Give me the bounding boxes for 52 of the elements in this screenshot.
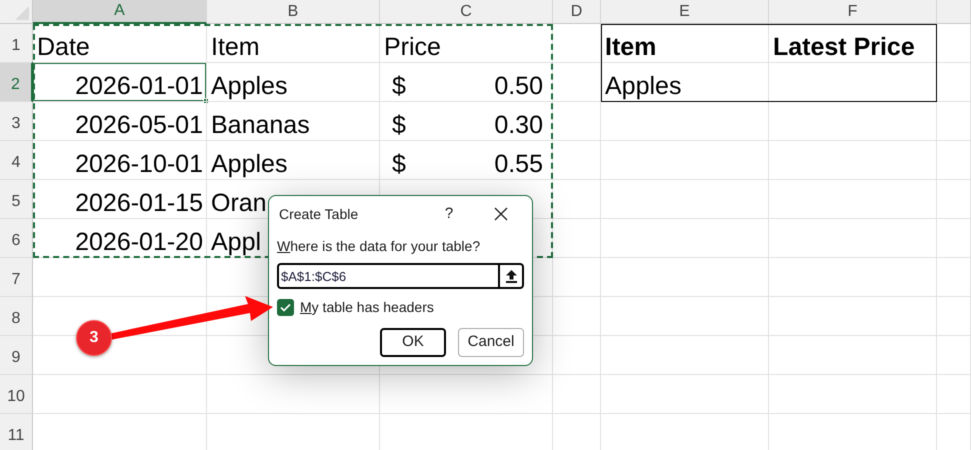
row-header[interactable]: 9 bbox=[0, 336, 33, 375]
row-header[interactable]: 8 bbox=[0, 297, 33, 336]
table-cell: Apples bbox=[211, 74, 288, 99]
table-cell: Bananas bbox=[211, 113, 310, 138]
currency-symbol: $ bbox=[392, 74, 406, 99]
table-cell: Appl bbox=[211, 230, 262, 255]
row-header[interactable]: 6 bbox=[0, 219, 33, 258]
table-cell: Oran bbox=[211, 191, 267, 216]
row-header[interactable]: 7 bbox=[0, 258, 33, 297]
table-cell: Price bbox=[384, 35, 441, 60]
upload-arrow-icon bbox=[506, 270, 516, 282]
checkbox-label: My table has headers bbox=[300, 298, 434, 317]
headers-checkbox[interactable] bbox=[277, 299, 294, 316]
table-cell: Apples bbox=[605, 74, 682, 99]
table-cell: Item bbox=[605, 35, 656, 60]
table-cell: 0.30 bbox=[494, 113, 543, 138]
close-icon bbox=[494, 207, 508, 221]
row-header[interactable]: 11 bbox=[0, 414, 33, 450]
row-header[interactable]: 3 bbox=[0, 102, 33, 141]
table-cell: 2026-05-01 bbox=[75, 113, 203, 138]
collapse-dialog-button[interactable] bbox=[498, 263, 524, 289]
table-cell: 0.55 bbox=[494, 152, 543, 177]
row-header[interactable]: 1 bbox=[0, 24, 33, 63]
prompt-label: Where is the data for your table? bbox=[277, 237, 482, 256]
table-cell: 2026-01-20 bbox=[75, 230, 203, 255]
row-header[interactable]: 2 bbox=[0, 63, 33, 102]
column-header[interactable]: B bbox=[207, 0, 380, 24]
row-header[interactable]: 4 bbox=[0, 141, 33, 180]
table-cell: 2026-01-01 bbox=[75, 74, 203, 99]
dialog-title: Create Table bbox=[279, 204, 360, 224]
table-cell: Item bbox=[211, 35, 260, 60]
cancel-button[interactable]: Cancel bbox=[458, 328, 524, 357]
column-header[interactable]: D bbox=[553, 0, 601, 24]
row-header[interactable]: 10 bbox=[0, 375, 33, 414]
help-button[interactable]: ? bbox=[434, 201, 464, 227]
table-cell: Apples bbox=[211, 152, 288, 177]
ok-button[interactable]: OK bbox=[380, 328, 446, 357]
column-header[interactable]: A bbox=[33, 0, 207, 24]
currency-symbol: $ bbox=[392, 152, 406, 177]
table-cell: Latest Price bbox=[773, 35, 915, 60]
range-input[interactable]: $A$1:$C$6 bbox=[277, 263, 498, 289]
table-cell: Date bbox=[37, 35, 90, 60]
table-cell: 2026-01-15 bbox=[75, 191, 203, 216]
row-header[interactable]: 5 bbox=[0, 180, 33, 219]
table-cell: 2026-10-01 bbox=[75, 152, 203, 177]
table-cell: 0.50 bbox=[494, 74, 543, 99]
column-header[interactable]: E bbox=[601, 0, 769, 24]
step-badge: 3 bbox=[76, 320, 112, 356]
check-icon bbox=[280, 303, 291, 312]
currency-symbol: $ bbox=[392, 113, 406, 138]
column-header[interactable]: C bbox=[380, 0, 553, 24]
column-header[interactable]: F bbox=[769, 0, 937, 24]
